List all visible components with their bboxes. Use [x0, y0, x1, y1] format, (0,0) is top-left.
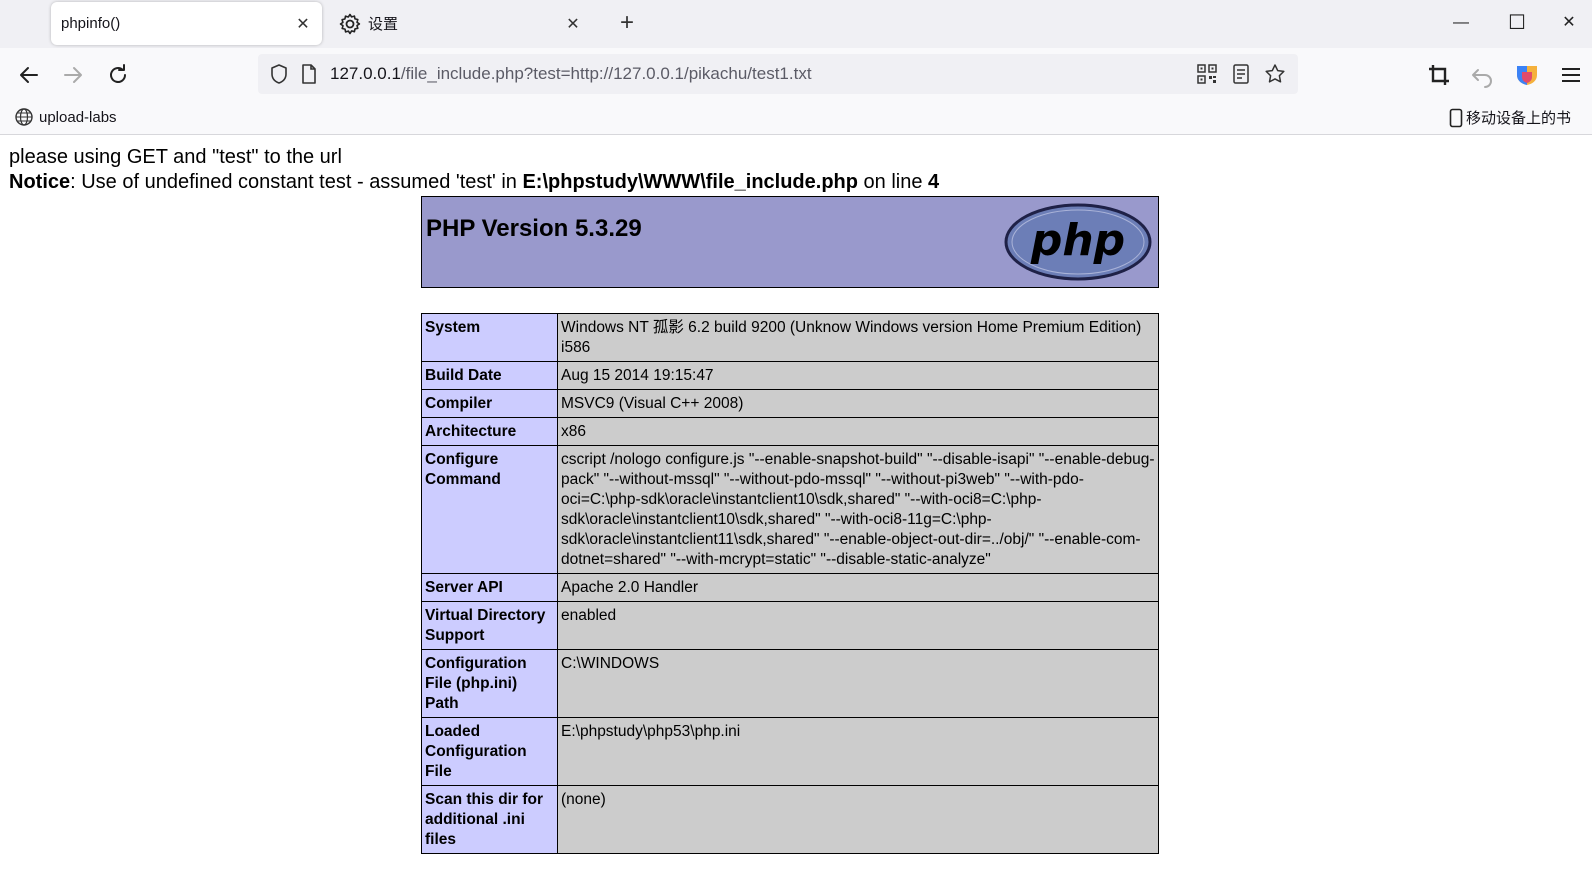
url-path: /file_include.php?test=http://127.0.0.1/… [400, 64, 812, 83]
php-logo-text: php [1030, 215, 1125, 266]
forward-icon[interactable] [58, 60, 88, 90]
navigation-bar: 127.0.0.1/file_include.php?test=http://1… [0, 48, 1592, 101]
tab-strip: phpinfo() ✕ 设置 ✕ + — ☐ ✕ [0, 0, 1592, 48]
info-value: MSVC9 (Visual C++ 2008) [557, 389, 1159, 418]
bookmark-mobile[interactable]: 移动设备上的书 [1449, 107, 1571, 128]
back-icon[interactable] [14, 60, 44, 90]
info-value: C:\WINDOWS [557, 649, 1159, 718]
maximize-button[interactable]: ☐ [1502, 8, 1532, 38]
table-row: Configure Command cscript /nologo configu… [421, 445, 1159, 574]
close-tab-icon[interactable]: ✕ [560, 14, 586, 34]
table-row: Server API Apache 2.0 Handler [421, 573, 1159, 602]
screenshot-icon[interactable] [1424, 60, 1454, 90]
info-key: Configuration File (php.ini) Path [421, 649, 558, 718]
menu-icon[interactable] [1556, 60, 1586, 90]
url-host: 127.0.0.1 [330, 64, 401, 83]
info-key: Architecture [421, 417, 558, 446]
bookmarks-bar: upload-labs 移动设备上的书 [0, 101, 1592, 135]
get-hint-text: please using GET and "test" to the url [9, 146, 342, 168]
info-value: x86 [557, 417, 1159, 446]
minimize-button[interactable]: — [1446, 8, 1476, 38]
gear-icon [339, 13, 361, 34]
info-key: Compiler [421, 389, 558, 418]
table-row: System Windows NT 孤影 6.2 build 9200 (Unkn… [421, 313, 1159, 362]
qr-code-icon[interactable] [1196, 63, 1218, 85]
notice-line-number: 4 [928, 171, 940, 193]
url-text[interactable]: 127.0.0.1/file_include.php?test=http://1… [330, 64, 1196, 84]
url-bar[interactable]: 127.0.0.1/file_include.php?test=http://1… [258, 54, 1298, 94]
page-icon[interactable] [298, 63, 320, 85]
info-key: Loaded Configuration File [421, 717, 558, 786]
table-row: Virtual Directory Support enabled [421, 601, 1159, 650]
info-value: enabled [557, 601, 1159, 650]
info-key: Virtual Directory Support [421, 601, 558, 650]
info-key: Scan this dir for additional .ini files [421, 785, 558, 854]
info-value: Aug 15 2014 19:15:47 [557, 361, 1159, 390]
info-key: Build Date [421, 361, 558, 390]
globe-icon [15, 108, 33, 126]
bookmark-upload-labs[interactable]: upload-labs [14, 107, 117, 127]
php-notice: Notice: Use of undefined constant test -… [9, 171, 939, 194]
info-key: System [421, 313, 558, 362]
info-value: Windows NT 孤影 6.2 build 9200 (Unknow Win… [557, 313, 1159, 362]
page-content: please using GET and "test" to the url N… [0, 135, 1592, 871]
php-info-table: System Windows NT 孤影 6.2 build 9200 (Unkn… [421, 313, 1159, 854]
tab-title: 设置 [368, 16, 399, 33]
new-tab-button[interactable]: + [612, 9, 642, 39]
bookmark-label: 移动设备上的书 [1466, 110, 1572, 127]
tab-phpinfo[interactable]: phpinfo() ✕ [51, 2, 322, 45]
php-version-header: PHP Version 5.3.29 php [421, 196, 1159, 288]
bookmark-label: upload-labs [39, 108, 117, 126]
bookmark-star-icon[interactable] [1264, 63, 1286, 85]
info-value: E:\phpstudy\php53\php.ini [557, 717, 1159, 786]
page-title: PHP Version 5.3.29 [426, 215, 642, 242]
info-key: Server API [421, 573, 558, 602]
info-value: Apache 2.0 Handler [557, 573, 1159, 602]
table-row: Architecture x86 [421, 417, 1159, 446]
undo-icon[interactable] [1468, 60, 1498, 90]
reload-icon[interactable] [103, 60, 133, 90]
notice-text: : Use of undefined constant test - assum… [70, 171, 523, 193]
info-value: (none) [557, 785, 1159, 854]
notice-file: E:\phpstudy\WWW\file_include.php [522, 171, 858, 193]
tab-title: phpinfo() [61, 15, 121, 32]
info-key: Configure Command [421, 445, 558, 574]
close-window-button[interactable]: ✕ [1554, 8, 1584, 38]
php-logo-icon[interactable]: php [1004, 203, 1152, 281]
table-row: Loaded Configuration File E:\phpstudy\php… [421, 717, 1159, 786]
table-row: Compiler MSVC9 (Visual C++ 2008) [421, 389, 1159, 418]
reader-view-icon[interactable] [1230, 63, 1252, 85]
shield-icon[interactable] [268, 63, 290, 85]
mobile-icon [1449, 108, 1463, 127]
close-tab-icon[interactable]: ✕ [290, 14, 316, 34]
table-row: Build Date Aug 15 2014 19:15:47 [421, 361, 1159, 390]
info-value: cscript /nologo configure.js "--enable-s… [557, 445, 1159, 574]
table-row: Scan this dir for additional .ini files(… [421, 785, 1159, 854]
notice-label: Notice [9, 171, 71, 193]
notice-text-line: on line [857, 171, 929, 193]
account-icon[interactable] [1512, 60, 1542, 90]
tab-settings[interactable]: 设置 ✕ [334, 2, 592, 45]
table-row: Configuration File (php.ini) Path C:\WIND… [421, 649, 1159, 718]
